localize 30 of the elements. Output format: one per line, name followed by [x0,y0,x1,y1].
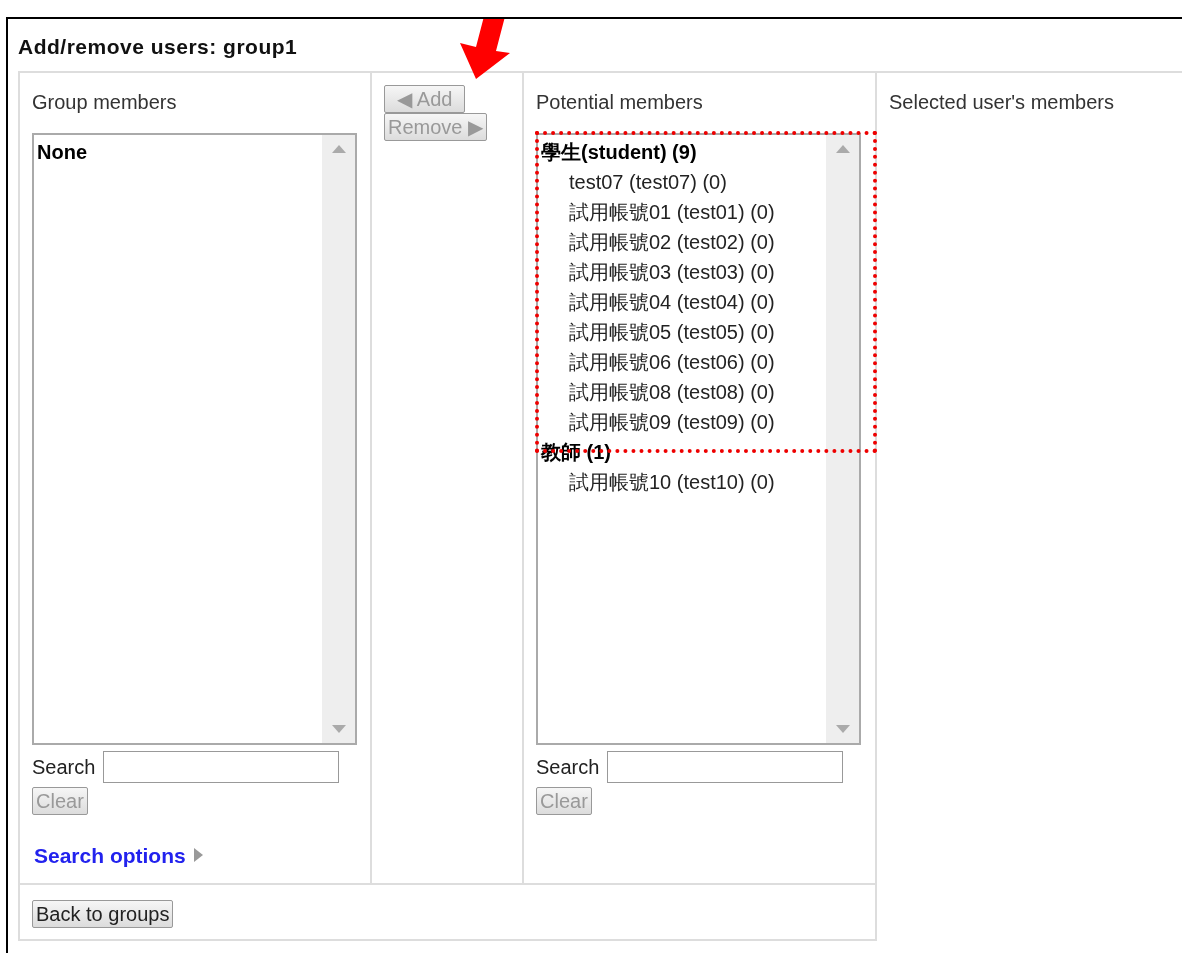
scroll-up-icon[interactable] [331,144,346,153]
search-field[interactable] [607,750,844,783]
user-option[interactable]: test07 (test07) (0) [541,166,823,197]
user-option[interactable]: 試用帳號10 (test10) (0) [541,466,823,497]
user-option[interactable]: 試用帳號09 (test09) (0) [541,406,823,437]
group-label: 教師 (1) [541,439,612,465]
user-listbox[interactable]: None [32,132,357,745]
user-option[interactable]: 試用帳號08 (test08) (0) [541,376,823,407]
page-title: Add/remove users: group1 [18,34,298,60]
search-label: Search [32,754,96,780]
user-option[interactable]: 試用帳號01 (test01) (0) [541,196,823,227]
scroll-down-icon[interactable] [835,724,850,733]
search-label: Search [536,754,600,780]
user-option[interactable]: 試用帳號04 (test04) (0) [541,286,823,317]
search-options-link[interactable]: Search options [34,839,186,871]
group-label: None [37,139,88,165]
user-option[interactable]: 試用帳號03 (test03) (0) [541,256,823,287]
user-option[interactable]: 試用帳號02 (test02) (0) [541,226,823,257]
group-label: 學生(student) (9) [541,139,698,165]
column-heading: Group members [32,89,178,115]
column-heading: Selected user's members [889,89,1116,115]
expand-arrow-icon[interactable] [193,848,203,863]
scroll-down-icon[interactable] [331,724,346,733]
user-option[interactable]: 試用帳號06 (test06) (0) [541,346,823,377]
user-listbox[interactable] [536,132,861,745]
user-option[interactable]: 試用帳號05 (test05) (0) [541,316,823,347]
scroll-up-icon[interactable] [835,144,850,153]
column-heading: Potential members [536,89,704,115]
search-field[interactable] [103,750,340,783]
back-button[interactable]: Back to groups [32,900,174,928]
